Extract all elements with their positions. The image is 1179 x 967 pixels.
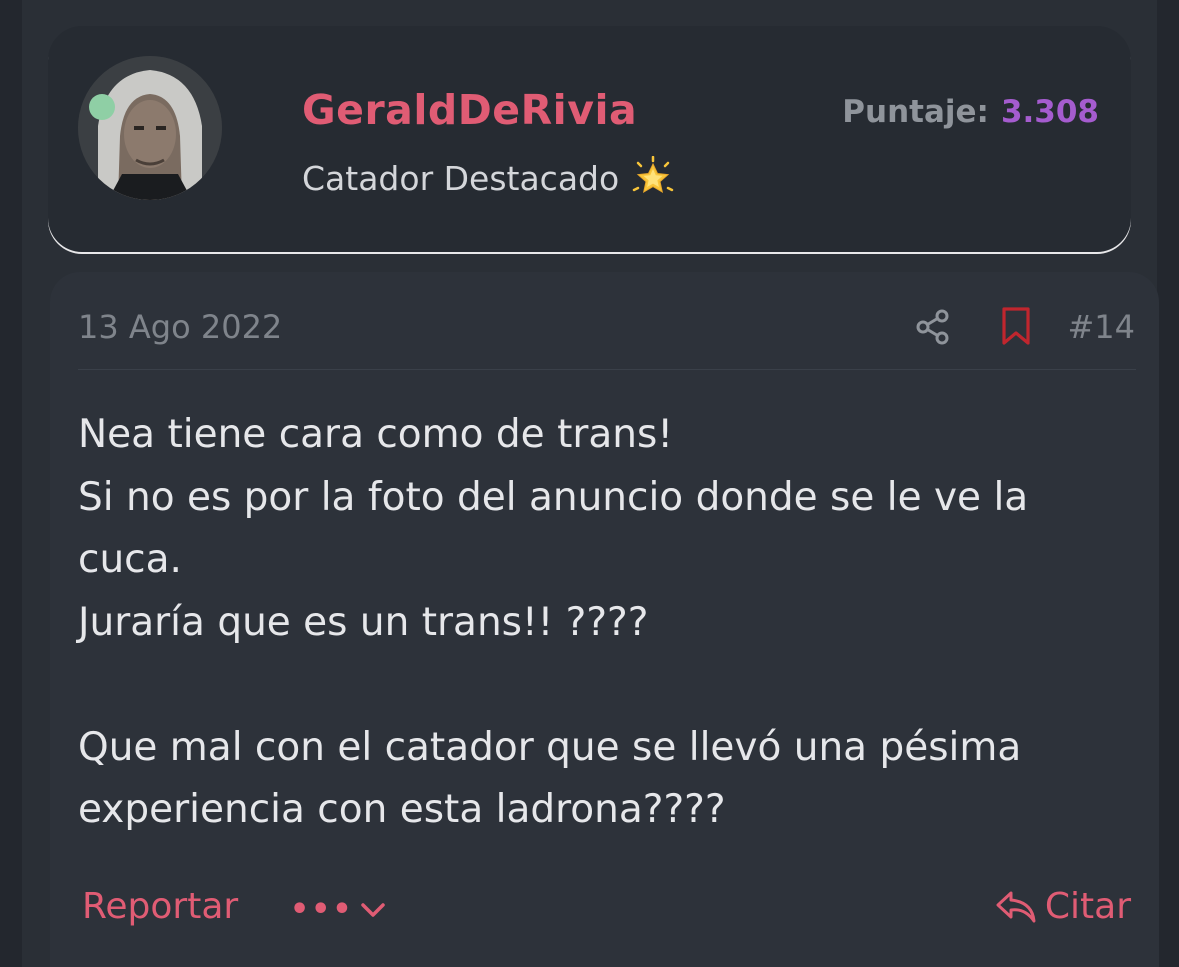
reply-arrow-icon [996,891,1036,922]
chevron-down-icon [360,903,385,917]
more-actions-menu[interactable]: ••• [290,892,386,927]
online-status-indicator [89,94,115,120]
forum-page: GeraldDeRivia Catador Destacado Puntaje:… [0,0,1179,967]
post-number-link[interactable]: #14 [1067,308,1135,346]
author-card: GeraldDeRivia Catador Destacado Puntaje:… [48,26,1131,252]
post-body-line: experiencia con esta ladrona???? [78,787,726,832]
divider [78,369,1136,370]
post-body-line: Que mal con el catador que se llevó una … [78,724,1022,770]
avatar[interactable] [78,56,222,200]
post-body: Nea tiene cara como de trans! Si no es p… [78,404,1138,842]
post-body-line: Nea tiene cara como de trans! [78,412,673,457]
user-rank-label: Catador Destacado [302,158,620,198]
post-body-line: cuca. [78,537,182,582]
post-body-line: Si no es por la foto del anuncio donde s… [78,474,1029,520]
post-body-line [78,654,1138,717]
post: 13 Ago 2022 #14 Nea tiene cara como de t… [50,272,1159,967]
more-dots-icon: ••• [290,892,354,927]
user-score: Puntaje: 3.308 [842,94,1099,130]
user-rank: Catador Destacado [302,156,675,200]
username-link[interactable]: GeraldDeRivia [302,86,637,134]
score-value: 3.308 [1000,94,1099,130]
share-icon[interactable] [914,308,952,346]
post-body-line: Juraría que es un trans!! ???? [78,599,649,645]
avatar-portrait [78,56,222,200]
report-link[interactable]: Reportar [82,886,238,927]
quote-button-label: Citar [1044,886,1131,927]
glowing-star-icon [632,156,674,194]
score-label: Puntaje: [842,94,989,130]
bookmark-icon[interactable] [1000,306,1032,346]
quote-button[interactable]: Citar [995,886,1131,927]
post-date[interactable]: 13 Ago 2022 [78,308,282,346]
